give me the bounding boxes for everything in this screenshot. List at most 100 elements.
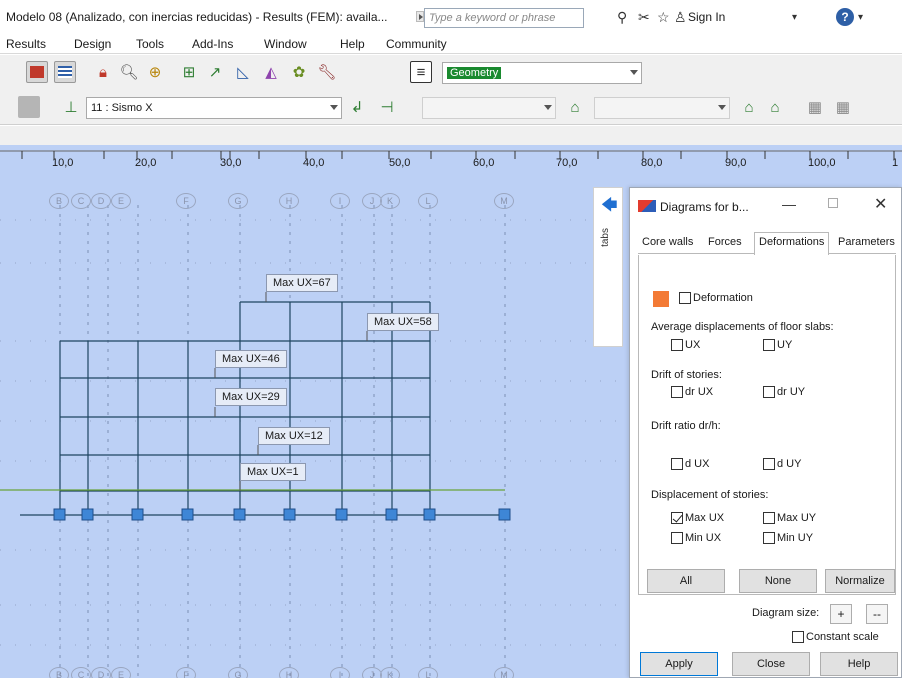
side-tabs-strip[interactable]: 🡄 tabs [593, 187, 623, 347]
deformation-checkbox[interactable]: Deformation [679, 292, 753, 304]
main-toolbar: 🔒︎ 🔍︎ ⊕ ⊞ ↗ ◺ ◭ ✿ 🔧︎ ≡ Geometry [0, 55, 902, 89]
tab-core-walls[interactable]: Core walls [642, 236, 693, 248]
close-icon[interactable]: ✕ [874, 194, 887, 214]
axis-bubble: L [418, 667, 438, 678]
envelope-icon[interactable]: ⌂ [738, 96, 760, 118]
axis-bubble: K [380, 667, 400, 678]
max-ux-label: Max UX=29 [215, 388, 287, 406]
max-uy-checkbox[interactable]: Max UY [763, 512, 816, 524]
axis-bubble: I [330, 193, 350, 209]
axes-icon[interactable]: ↗ [204, 61, 226, 83]
axis-bubble: M [494, 667, 514, 678]
apply-button[interactable]: Apply [640, 652, 718, 676]
diagram-app-icon [638, 200, 656, 212]
minimize-icon[interactable]: — [782, 196, 796, 212]
zoom-icon[interactable]: 🔍︎ [118, 61, 140, 83]
view-select[interactable]: Geometry [442, 62, 642, 84]
help-dropdown-icon[interactable]: ▾ [858, 12, 863, 23]
load-toolbar: ⊥ 11 : Sismo X ↲ ⊣ ⌂ ⌂ ⌂ ▦ ▦ [0, 89, 902, 125]
avg-displacements-label: Average displacements of floor slabs: [651, 321, 834, 333]
d-ux-checkbox[interactable]: d UX [671, 458, 709, 470]
dialog-title: Diagrams for b... [660, 200, 749, 214]
dialog-title-bar[interactable]: Diagrams for b... — ✕ [630, 188, 901, 226]
search-input[interactable]: Type a keyword or phrase [424, 8, 584, 28]
combo-icon[interactable]: ⌂ [564, 96, 586, 118]
menu-design[interactable]: Design [74, 37, 111, 51]
normalize-button[interactable]: Normalize [825, 569, 895, 593]
notes-icon[interactable]: ≡ [410, 61, 432, 83]
ruler-label: 60,0 [473, 157, 495, 169]
axis-bubble: D [91, 667, 111, 678]
max-ux-label: Max UX=58 [367, 313, 439, 331]
ruler-label: 100,0 [808, 157, 836, 169]
min-uy-checkbox[interactable]: Min UY [763, 532, 813, 544]
tab-forces[interactable]: Forces [708, 236, 742, 248]
tab-deformations[interactable]: Deformations [754, 232, 830, 255]
bug-icon[interactable]: ✿ [288, 61, 310, 83]
tab-parameters[interactable]: Parameters [838, 236, 895, 248]
axis-bubble: J [362, 193, 382, 209]
layer-icon[interactable] [18, 96, 40, 118]
constant-scale-checkbox[interactable]: Constant scale [792, 631, 879, 643]
sign-in-link[interactable]: Sign In [688, 10, 725, 24]
axis-bubble: G [228, 667, 248, 678]
dr-ux-checkbox[interactable]: dr UX [671, 386, 713, 398]
menu-tools[interactable]: Tools [136, 37, 164, 51]
axis-bubble: D [91, 193, 111, 209]
menu-help[interactable]: Help [340, 37, 365, 51]
menu-results[interactable]: Results [6, 37, 46, 51]
decrease-size-button[interactable]: -- [866, 604, 888, 624]
help-button[interactable]: Help [820, 652, 898, 676]
ruler-label: 80,0 [641, 157, 663, 169]
arrow-left-icon[interactable]: 🡄 [601, 194, 618, 221]
menu-community[interactable]: Community [386, 37, 447, 51]
load-case-icon[interactable]: ⊥ [60, 96, 82, 118]
binoculars-icon[interactable]: ⚲ [617, 9, 627, 26]
ux-checkbox[interactable]: UX [671, 339, 700, 351]
chevron-down-icon [718, 105, 726, 110]
calculator-icon[interactable] [26, 61, 48, 83]
table-view-icon[interactable]: ▦ [804, 96, 826, 118]
none-button[interactable]: None [739, 569, 817, 593]
load-prev-icon[interactable]: ↲ [346, 96, 368, 118]
close-button[interactable]: Close [732, 652, 810, 676]
pan-zoom-icon[interactable]: ⊕ [144, 61, 166, 83]
tabs-label[interactable]: tabs [600, 228, 611, 247]
lock-icon[interactable]: 🔒︎ [92, 61, 114, 83]
envelope-help-icon[interactable]: ⌂ [764, 96, 786, 118]
maximize-icon[interactable] [828, 198, 838, 208]
user-icon[interactable]: ♙ [674, 9, 687, 26]
envelope-select[interactable] [594, 97, 730, 119]
increase-size-button[interactable]: + [830, 604, 852, 624]
title-expand-arrow[interactable] [416, 11, 424, 22]
combination-select[interactable] [422, 97, 556, 119]
axis-bubble: F [176, 667, 196, 678]
load-case-select[interactable]: 11 : Sismo X [86, 97, 342, 119]
diagram-icon[interactable]: ◺ [232, 61, 254, 83]
window-title: Modelo 08 (Analizado, con inercias reduc… [6, 10, 388, 24]
grid-icon[interactable]: ⊞ [178, 61, 200, 83]
help-icon[interactable]: ? [836, 8, 854, 26]
dr-uy-checkbox[interactable]: dr UY [763, 386, 805, 398]
ruler-label: 10,0 [52, 157, 74, 169]
axis-bubble: G [228, 193, 248, 209]
load-next-icon[interactable]: ⊣ [376, 96, 398, 118]
deformation-color-swatch[interactable] [653, 291, 669, 307]
max-ux-checkbox[interactable]: Max UX [671, 512, 724, 524]
d-uy-checkbox[interactable]: d UY [763, 458, 801, 470]
axis-bubble: C [71, 667, 91, 678]
axis-bubble: B [49, 193, 69, 209]
min-ux-checkbox[interactable]: Min UX [671, 532, 721, 544]
tools-icon[interactable]: ✂ [638, 9, 650, 26]
all-button[interactable]: All [647, 569, 725, 593]
tools-icon[interactable]: 🔧︎ [316, 61, 338, 83]
star-icon[interactable]: ☆ [657, 9, 670, 26]
axis-bubble: E [111, 667, 131, 678]
menu-add-ins[interactable]: Add-Ins [192, 37, 233, 51]
menu-window[interactable]: Window [264, 37, 307, 51]
uy-checkbox[interactable]: UY [763, 339, 792, 351]
table-icon[interactable] [54, 61, 76, 83]
chevron-down-icon[interactable]: ▾ [792, 12, 797, 23]
diagram2-icon[interactable]: ◭ [260, 61, 282, 83]
table-view2-icon[interactable]: ▦ [832, 96, 854, 118]
